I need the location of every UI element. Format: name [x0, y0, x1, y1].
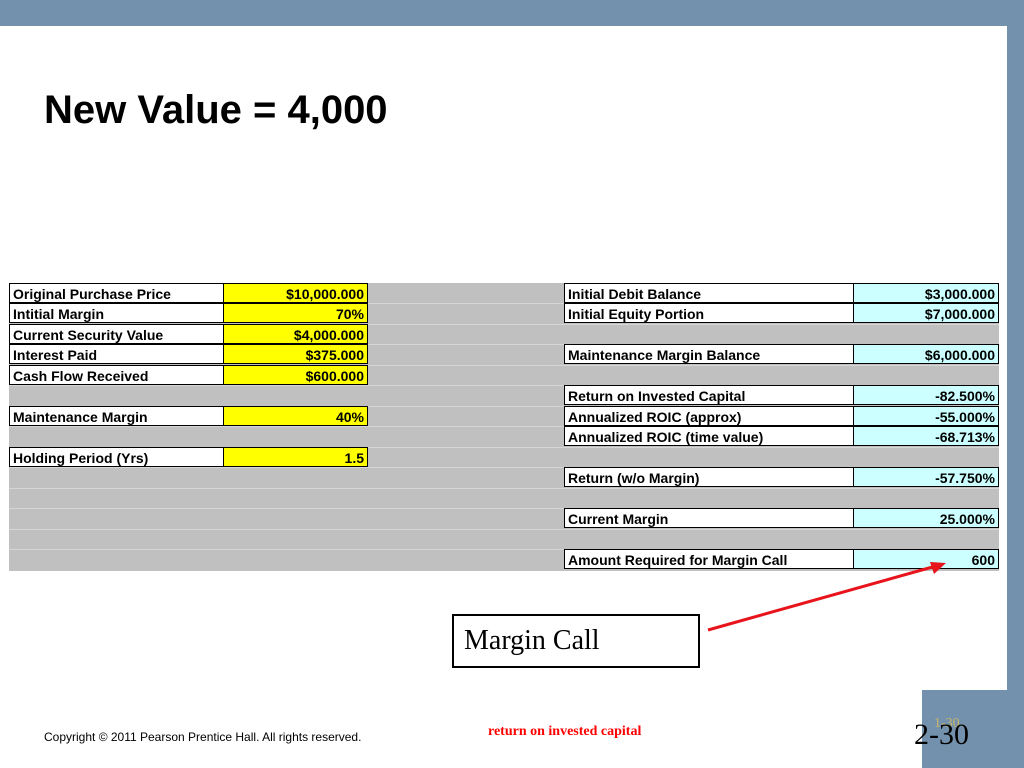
right-accent-bar [1007, 0, 1024, 768]
margin-call-callout: Margin Call [452, 614, 700, 668]
arrow-line [707, 564, 937, 632]
right-table-label: Initial Equity Portion [564, 303, 854, 323]
right-table-label: Annualized ROIC (approx) [564, 406, 854, 426]
sheet-row-divider [9, 488, 999, 489]
left-table-label: Holding Period (Yrs) [9, 447, 224, 467]
copyright-notice: Copyright © 2011 Pearson Prentice Hall. … [44, 730, 362, 744]
left-table-value[interactable]: $600.000 [223, 365, 368, 385]
spreadsheet-area: Original Purchase Price Intitial Margin … [9, 283, 999, 571]
top-accent-bar [0, 0, 1024, 26]
left-table-value[interactable]: 1.5 [223, 447, 368, 467]
left-table-value[interactable]: $4,000.000 [223, 324, 368, 344]
slide-title: New Value = 4,000 [44, 88, 388, 132]
right-table-label: Current Margin [564, 508, 854, 528]
right-table-label: Maintenance Margin Balance [564, 344, 854, 364]
right-table-value[interactable]: $3,000.000 [853, 283, 999, 303]
left-table-label: Cash Flow Received [9, 365, 224, 385]
left-table-value[interactable]: 70% [223, 303, 368, 323]
page-number: 2-30 [914, 718, 969, 751]
right-table-label: Annualized ROIC (time value) [564, 426, 854, 446]
right-table-value[interactable]: $6,000.000 [853, 344, 999, 364]
right-table-value[interactable]: -82.500% [853, 385, 999, 405]
right-table-value[interactable]: 600 [853, 549, 999, 569]
right-table-value[interactable]: -55.000% [853, 406, 999, 426]
left-table-label: Current Security Value [9, 324, 224, 344]
right-table-value[interactable]: 25.000% [853, 508, 999, 528]
right-table-label: Return on Invested Capital [564, 385, 854, 405]
left-table-label: Interest Paid [9, 344, 224, 364]
left-table-label: Original Purchase Price [9, 283, 224, 303]
right-table-value[interactable]: -57.750% [853, 467, 999, 487]
right-table-value[interactable]: -68.713% [853, 426, 999, 446]
left-table-value[interactable]: $10,000.000 [223, 283, 368, 303]
left-table-value[interactable]: $375.000 [223, 344, 368, 364]
sheet-row-divider [9, 529, 999, 530]
right-table-label: Return (w/o Margin) [564, 467, 854, 487]
left-table-label: Maintenance Margin [9, 406, 224, 426]
right-table-value[interactable]: $7,000.000 [853, 303, 999, 323]
right-table-label: Initial Debit Balance [564, 283, 854, 303]
right-table-label: Amount Required for Margin Call [564, 549, 854, 569]
left-table-value[interactable]: 40% [223, 406, 368, 426]
roic-note: return on invested capital [488, 724, 642, 739]
left-table-label: Intitial Margin [9, 303, 224, 323]
